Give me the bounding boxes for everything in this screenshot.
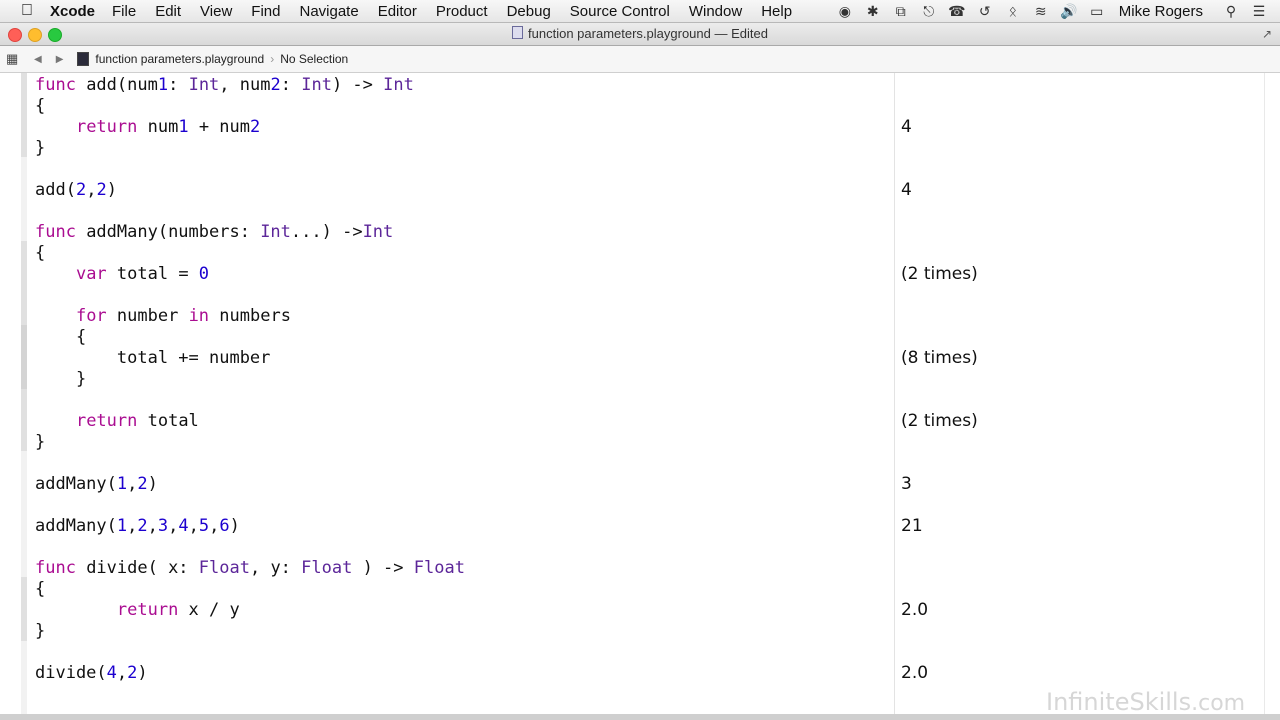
gutter-fold-marker <box>21 325 27 389</box>
volume-icon[interactable]: 🔊 <box>1060 3 1078 20</box>
result-value[interactable]: 21 <box>901 516 923 537</box>
code-line[interactable]: { <box>35 96 45 117</box>
code-line[interactable]: func add(num1: Int, num2: Int) -> Int <box>35 75 414 96</box>
jump-bar: ▦ ◀ ▶ function parameters.playground › N… <box>0 46 1280 73</box>
time-machine-icon[interactable]: ↺ <box>976 3 994 20</box>
playground-file-icon <box>77 52 90 66</box>
watermark-suffix: .com <box>1191 691 1246 716</box>
code-editor[interactable]: func add(num1: Int, num2: Int) -> Int { … <box>0 73 1280 714</box>
menu-find[interactable]: Find <box>251 3 280 20</box>
infiniteskills-watermark: InfiniteSkills.com <box>1046 688 1245 716</box>
code-line[interactable]: addMany(1,2) <box>35 474 158 495</box>
code-line[interactable]: func divide( x: Float, y: Float ) -> Flo… <box>35 558 465 579</box>
result-value[interactable]: (2 times) <box>901 411 978 432</box>
vertical-scrollbar[interactable] <box>1264 73 1280 714</box>
apple-logo-icon[interactable]:  <box>18 2 36 20</box>
playground-file-icon <box>512 26 524 39</box>
wifi-icon[interactable]: ≋ <box>1032 3 1050 20</box>
result-value[interactable]: (8 times) <box>901 348 978 369</box>
result-value[interactable]: 4 <box>901 180 912 201</box>
menu-navigate[interactable]: Navigate <box>299 3 358 20</box>
code-line[interactable]: } <box>35 432 45 453</box>
code-line[interactable]: return total <box>35 411 199 432</box>
window-title-text: function parameters.playground — Edited <box>528 26 768 41</box>
chevron-right-icon: › <box>270 52 275 66</box>
code-line[interactable]: addMany(1,2,3,4,5,6) <box>35 516 240 537</box>
code-line[interactable]: } <box>35 621 45 642</box>
result-value[interactable]: (2 times) <box>901 264 978 285</box>
code-line[interactable]: add(2,2) <box>35 180 117 201</box>
back-arrow-icon[interactable]: ◀ <box>34 54 42 65</box>
screen-share-icon[interactable]: ⧉ <box>892 3 910 20</box>
code-line[interactable]: divide(4,2) <box>35 663 148 684</box>
result-value[interactable]: 2.0 <box>901 663 928 684</box>
result-value[interactable]: 4 <box>901 117 912 138</box>
menu-window[interactable]: Window <box>689 3 742 20</box>
status-area: ◉ ✱ ⧉ ⎋ ☎ ↺ ᛟ ≋ 🔊 ▭ Mike Rogers ⚲ ☰ <box>831 0 1280 22</box>
gutter-fold-marker <box>21 577 27 641</box>
result-value[interactable]: 3 <box>901 474 912 495</box>
menu-help[interactable]: Help <box>761 3 792 20</box>
code-line[interactable]: var total = 0 <box>35 264 209 285</box>
evernote-icon[interactable]: ☎ <box>948 3 966 20</box>
menu-edit[interactable]: Edit <box>155 3 181 20</box>
result-value[interactable]: 2.0 <box>901 600 928 621</box>
code-line[interactable]: func addMany(numbers: Int...) ->Int <box>35 222 393 243</box>
code-line[interactable]: return num1 + num2 <box>35 117 260 138</box>
code-line[interactable]: for number in numbers <box>35 306 291 327</box>
notification-list-icon[interactable]: ☰ <box>1250 3 1268 20</box>
jumpbar-file[interactable]: function parameters.playground <box>95 52 264 66</box>
window-title-bar: function parameters.playground — Edited … <box>0 23 1280 46</box>
menu-debug[interactable]: Debug <box>507 3 551 20</box>
watermark-brand: InfiniteSkills <box>1046 688 1192 716</box>
code-line[interactable]: { <box>35 327 86 348</box>
menu-product[interactable]: Product <box>436 3 488 20</box>
lock-icon[interactable]: ⎋ <box>920 3 938 20</box>
forward-arrow-icon[interactable]: ▶ <box>56 54 64 65</box>
menu-app-xcode[interactable]: Xcode <box>50 3 95 20</box>
network-icon[interactable]: ✱ <box>864 3 882 20</box>
related-items-grid-icon[interactable]: ▦ <box>6 51 20 67</box>
code-line[interactable]: return x / y <box>35 600 240 621</box>
jumpbar-selection[interactable]: No Selection <box>280 52 348 66</box>
fullscreen-icon[interactable]: ↗ <box>1262 27 1272 41</box>
results-sidebar <box>894 73 1265 714</box>
window-title: function parameters.playground — Edited <box>0 26 1280 41</box>
spotlight-search-icon[interactable]: ⚲ <box>1222 3 1240 20</box>
creative-cloud-icon[interactable]: ◉ <box>836 3 854 20</box>
bluetooth-icon[interactable]: ᛟ <box>1004 3 1022 19</box>
code-line[interactable]: total += number <box>35 348 271 369</box>
menu-file[interactable]: File <box>112 3 136 20</box>
menu-source-control[interactable]: Source Control <box>570 3 670 20</box>
menu-editor[interactable]: Editor <box>378 3 417 20</box>
code-line[interactable]: { <box>35 579 45 600</box>
code-line[interactable]: } <box>35 138 45 159</box>
gutter-fold-marker <box>21 73 27 157</box>
battery-icon[interactable]: ▭ <box>1088 3 1106 20</box>
code-line[interactable]: } <box>35 369 86 390</box>
menu-view[interactable]: View <box>200 3 232 20</box>
user-name[interactable]: Mike Rogers <box>1119 3 1203 20</box>
code-line[interactable]: { <box>35 243 45 264</box>
menu-bar:  Xcode File Edit View Find Navigate Edi… <box>0 0 1280 23</box>
